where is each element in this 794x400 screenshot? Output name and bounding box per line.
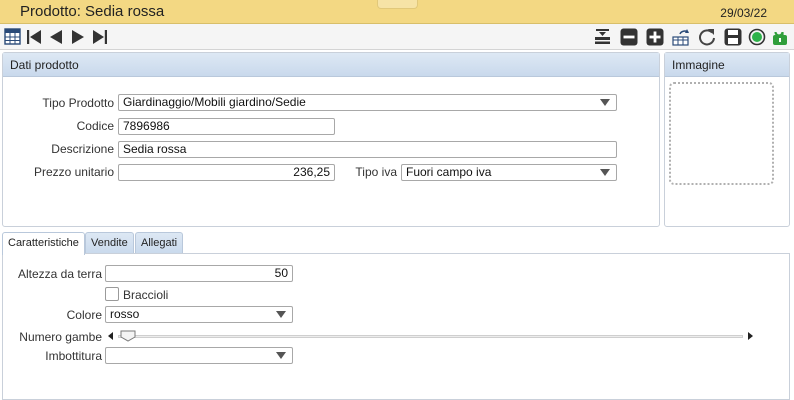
unlock-icon[interactable]	[770, 27, 789, 46]
slider-left-arrow-icon[interactable]	[108, 332, 113, 340]
chevron-down-icon	[276, 311, 286, 318]
tipo-prodotto-value: Giardinaggio/Mobili giardino/Sedie	[123, 95, 306, 109]
delete-icon[interactable]	[619, 27, 638, 46]
dati-prodotto-panel: Dati prodotto	[2, 52, 660, 227]
tipo-prodotto-label: Tipo Prodotto	[42, 96, 114, 110]
reorder-icon[interactable]	[671, 27, 690, 46]
immagine-header: Immagine	[665, 53, 789, 77]
descrizione-label: Descrizione	[51, 142, 114, 156]
slider-track[interactable]	[118, 335, 743, 338]
colore-label: Colore	[66, 308, 102, 322]
colore-value: rosso	[110, 307, 140, 321]
tab-vendite[interactable]: Vendite	[85, 232, 134, 254]
window-title: Prodotto: Sedia rossa	[20, 3, 165, 20]
numero-gambe-label: Numero gambe	[19, 330, 102, 344]
imbottitura-select[interactable]	[105, 347, 293, 364]
altezza-input[interactable]: 50	[105, 265, 293, 282]
chevron-down-icon	[276, 352, 286, 359]
last-record-icon[interactable]	[90, 27, 109, 46]
tipo-iva-value: Fuori campo iva	[406, 165, 492, 179]
new-icon[interactable]	[645, 27, 664, 46]
codice-input[interactable]: 7896986	[118, 118, 335, 135]
slider-thumb[interactable]	[120, 330, 136, 342]
status-dot-icon	[747, 27, 766, 46]
tipo-iva-select[interactable]: Fuori campo iva	[401, 164, 617, 181]
toolbar	[0, 24, 794, 50]
numero-gambe-slider[interactable]	[108, 330, 753, 342]
descrizione-input[interactable]: Sedia rossa	[118, 141, 617, 158]
altezza-label: Altezza da terra	[17, 267, 102, 281]
imbottitura-label: Imbottitura	[45, 349, 102, 363]
table-grid-icon[interactable]	[3, 27, 22, 46]
first-record-icon[interactable]	[24, 27, 43, 46]
save-icon[interactable]	[723, 27, 742, 46]
window-titlebar: Prodotto: Sedia rossa 29/03/22	[0, 0, 794, 24]
tipo-iva-label: Tipo iva	[355, 165, 397, 179]
next-record-icon[interactable]	[68, 27, 87, 46]
titlebar-handle[interactable]	[377, 0, 418, 9]
braccioli-label: Braccioli	[123, 288, 169, 302]
refresh-icon[interactable]	[697, 27, 716, 46]
tipo-prodotto-select[interactable]: Giardinaggio/Mobili giardino/Sedie	[118, 94, 617, 111]
dati-prodotto-header: Dati prodotto	[3, 53, 659, 77]
previous-record-icon[interactable]	[46, 27, 65, 46]
prezzo-unitario-input[interactable]: 236,25	[118, 164, 335, 181]
slider-right-arrow-icon[interactable]	[748, 332, 753, 340]
chevron-down-icon	[600, 169, 610, 176]
prezzo-unitario-label: Prezzo unitario	[33, 165, 114, 179]
colore-select[interactable]: rosso	[105, 306, 293, 323]
chevron-down-icon	[600, 99, 610, 106]
tab-allegati[interactable]: Allegati	[135, 232, 184, 254]
braccioli-checkbox[interactable]	[105, 287, 119, 301]
tab-caratteristiche[interactable]: Caratteristiche	[2, 232, 85, 255]
window-date: 29/03/22	[720, 6, 767, 20]
insert-icon[interactable]	[593, 27, 612, 46]
image-dropzone[interactable]	[669, 82, 774, 185]
codice-label: Codice	[76, 119, 114, 133]
